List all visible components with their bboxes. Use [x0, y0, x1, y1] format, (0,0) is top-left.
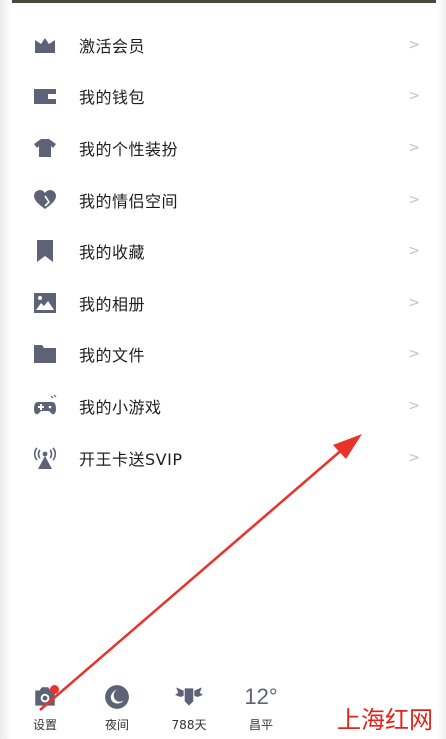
- menu-item-wangka-svip[interactable]: 开王卡送SVIP >: [22, 432, 432, 484]
- folder-icon: [32, 341, 58, 367]
- shirt-icon: [32, 135, 58, 161]
- chevron-right-icon: >: [408, 139, 420, 156]
- chevron-right-icon: >: [408, 346, 420, 363]
- site-watermark: 上海红网: [337, 706, 433, 734]
- side-menu: 激活会员 > 我的钱包 > 我的个性装扮 > 我的情侣空间 > 我的收藏 > 我…: [22, 19, 432, 483]
- menu-item-label: 我的钱包: [79, 88, 146, 108]
- menu-item-files[interactable]: 我的文件 >: [22, 329, 432, 381]
- chevron-right-icon: >: [408, 88, 420, 105]
- chevron-right-icon: >: [408, 294, 420, 311]
- bookmark-icon: [32, 238, 58, 264]
- left-shadow: [0, 0, 12, 739]
- menu-item-mini-games[interactable]: 我的小游戏 >: [22, 380, 432, 432]
- weather-temperature: 12°: [244, 684, 278, 709]
- weather-button[interactable]: 12° 昌平: [236, 680, 286, 733]
- moon-icon: [105, 685, 129, 709]
- chevron-right-icon: >: [408, 191, 420, 208]
- night-mode-button[interactable]: 夜间: [92, 680, 142, 733]
- chevron-right-icon: >: [408, 397, 420, 414]
- settings-button[interactable]: 设置: [20, 680, 70, 733]
- chevron-right-icon: >: [408, 243, 420, 260]
- top-edge: [0, 0, 446, 3]
- menu-item-label: 我的收藏: [79, 243, 146, 263]
- settings-icon-wrap: [20, 680, 70, 714]
- menu-item-label: 我的情侣空间: [79, 191, 179, 211]
- menu-item-album[interactable]: 我的相册 >: [22, 277, 432, 329]
- gamepad-icon: [32, 393, 58, 419]
- bottom-toolbar: 设置 夜间 788天 12° 昌平: [20, 680, 320, 739]
- days-label: 788天: [171, 718, 207, 732]
- chevron-right-icon: >: [408, 449, 420, 466]
- menu-item-label: 我的文件: [79, 346, 146, 366]
- menu-item-label: 激活会员: [79, 36, 146, 56]
- menu-item-label: 我的相册: [79, 294, 146, 314]
- night-label: 夜间: [104, 718, 129, 732]
- notification-dot: [50, 685, 59, 694]
- heart-icon: [32, 187, 58, 213]
- days-icon-wrap: [164, 680, 214, 714]
- menu-item-couple-space[interactable]: 我的情侣空间 >: [22, 174, 432, 226]
- broadcast-icon: [32, 445, 58, 471]
- night-icon-wrap: [92, 680, 142, 714]
- arrow-shaft: [39, 447, 345, 711]
- photo-icon: [32, 290, 58, 316]
- winged-badge-icon: [175, 687, 203, 706]
- menu-item-label: 开王卡送SVIP: [79, 449, 183, 469]
- menu-item-personal-decoration[interactable]: 我的个性装扮 >: [22, 122, 432, 174]
- menu-item-label: 我的小游戏: [79, 397, 162, 417]
- menu-item-label: 我的个性装扮: [79, 139, 179, 159]
- menu-item-activate-vip[interactable]: 激活会员 >: [22, 19, 432, 71]
- weather-city: 昌平: [248, 718, 273, 732]
- days-badge-button[interactable]: 788天: [164, 680, 214, 733]
- settings-label: 设置: [32, 718, 57, 732]
- weather-temp-wrap: 12°: [236, 680, 286, 714]
- menu-item-wallet[interactable]: 我的钱包 >: [22, 71, 432, 123]
- crown-icon: [32, 32, 58, 58]
- wallet-icon: [32, 83, 58, 109]
- right-shadow: [436, 0, 446, 739]
- chevron-right-icon: >: [408, 36, 420, 53]
- menu-item-favorites[interactable]: 我的收藏 >: [22, 225, 432, 277]
